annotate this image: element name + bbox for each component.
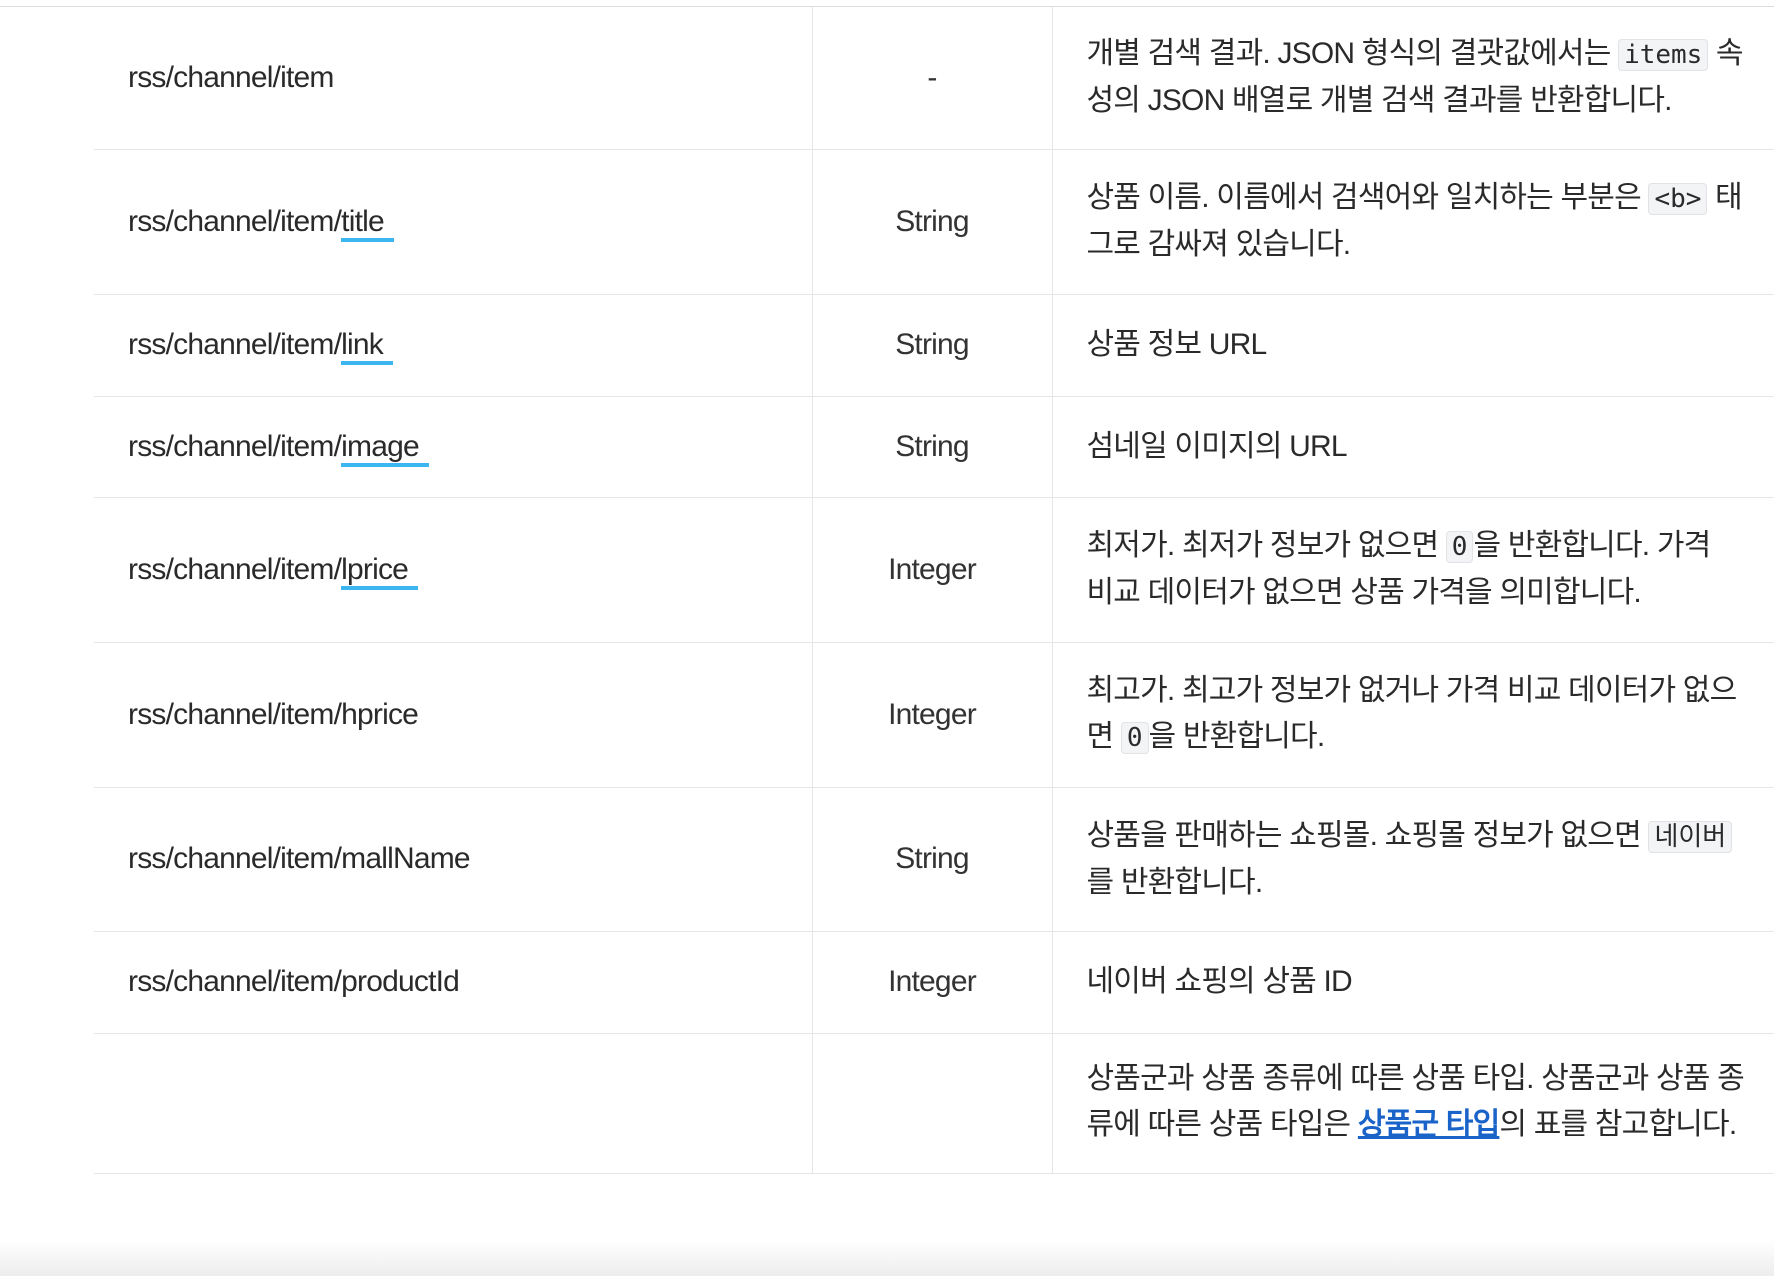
product-group-type-link[interactable]: 상품군 타입: [1358, 1108, 1500, 1141]
table-row: rss/channel/item/hprice Integer 최고가. 최고가…: [94, 642, 1774, 788]
bottom-fade: [0, 1240, 1774, 1276]
field-name: rss/channel/item: [94, 7, 812, 150]
field-type: Integer: [811, 931, 1053, 1034]
field-description: 최저가. 최저가 정보가 없으면 0을 반환합니다. 가격 비교 데이터가 없으…: [1052, 497, 1774, 643]
highlighted-term: lprice: [341, 550, 418, 590]
field-type: String: [811, 787, 1053, 932]
field-description: 상품을 판매하는 쇼핑몰. 쇼핑몰 정보가 없으면 네이버를 반환합니다.: [1052, 787, 1774, 932]
field-description: 개별 검색 결과. JSON 형식의 결괏값에서는 items 속성의 JSON…: [1052, 7, 1774, 150]
table-row: rss/channel/item/lprice Integer 최저가. 최저가…: [94, 497, 1774, 643]
field-name: rss/channel/item/productId: [94, 931, 812, 1034]
table-row: rss/channel/item/mallName String 상품을 판매하…: [94, 787, 1774, 932]
field-description: 섬네일 이미지의 URL: [1052, 396, 1774, 498]
inline-code: <b>: [1648, 183, 1708, 215]
field-name: rss/channel/item/lprice: [94, 497, 812, 643]
field-type: -: [811, 7, 1053, 150]
field-type: String: [811, 396, 1053, 498]
inline-code: 네이버: [1648, 820, 1733, 853]
field-description: 상품 이름. 이름에서 검색어와 일치하는 부분은 <b> 태그로 감싸져 있습…: [1052, 149, 1774, 295]
highlighted-term: image: [341, 427, 429, 467]
field-name: rss/channel/item/mallName: [94, 787, 812, 932]
field-type: Integer: [811, 642, 1053, 788]
table-row: rss/channel/item/image String 섬네일 이미지의 U…: [94, 396, 1774, 498]
table-row: rss/channel/item/link String 상품 정보 URL: [94, 294, 1774, 397]
highlighted-term: link: [341, 325, 393, 365]
table-row: rss/channel/item/productId Integer 네이버 쇼…: [94, 931, 1774, 1034]
field-name: rss/channel/item/image: [94, 396, 812, 498]
field-type: Integer: [811, 497, 1053, 643]
field-name: rss/channel/item/hprice: [94, 642, 812, 788]
table-row: rss/channel/item - 개별 검색 결과. JSON 형식의 결괏…: [94, 7, 1774, 150]
field-name: [94, 1033, 812, 1174]
field-description: 상품 정보 URL: [1052, 294, 1774, 397]
inline-code: 0: [1445, 531, 1474, 563]
field-description: 네이버 쇼핑의 상품 ID: [1052, 931, 1774, 1034]
field-name: rss/channel/item/title: [94, 149, 812, 295]
field-type: String: [811, 294, 1053, 397]
field-type: [811, 1033, 1053, 1174]
response-fields-table: rss/channel/item - 개별 검색 결과. JSON 형식의 결괏…: [94, 7, 1774, 1174]
table-row: rss/channel/item/title String 상품 이름. 이름에…: [94, 149, 1774, 295]
inline-code: items: [1618, 39, 1709, 72]
field-description: 최고가. 최고가 정보가 없거나 가격 비교 데이터가 없으면 0을 반환합니다…: [1052, 642, 1774, 788]
table-row: 상품군과 상품 종류에 따른 상품 타입. 상품군과 상품 종류에 따른 상품 …: [94, 1033, 1774, 1174]
field-type: String: [811, 149, 1053, 295]
highlighted-term: title: [341, 202, 394, 242]
field-name: rss/channel/item/link: [94, 294, 812, 397]
inline-code: 0: [1120, 722, 1149, 754]
field-description: 상품군과 상품 종류에 따른 상품 타입. 상품군과 상품 종류에 따른 상품 …: [1052, 1033, 1774, 1174]
